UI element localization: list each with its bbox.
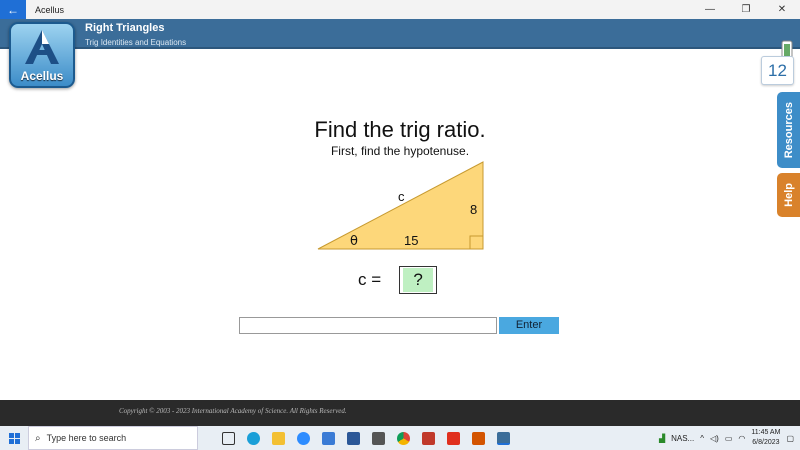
answer-placeholder: ? [403,268,434,292]
taskbar-apps [222,431,510,445]
start-button[interactable] [0,432,28,444]
arrow-left-icon: ← [7,2,19,17]
question-title: Find the trig ratio. [314,117,486,142]
tray-label[interactable]: NAS... [671,434,694,443]
search-placeholder: Type here to search [46,433,127,443]
acellus-app-icon[interactable] [497,431,510,445]
clock[interactable]: 11:45 AM 6/8/2023 [751,428,780,448]
minimize-button[interactable]: — [692,0,728,19]
adjacent-label: 15 [404,233,418,248]
clock-time: 11:45 AM [751,429,781,436]
wifi-icon[interactable]: ◠ [738,434,745,443]
acellus-logo[interactable]: Acellus [9,22,75,88]
search-icon: ⌕ [35,432,41,444]
page-number-badge[interactable]: 12 [761,56,794,85]
zoom-icon[interactable] [297,431,310,445]
pdf-icon[interactable] [447,431,460,445]
enter-button[interactable]: Enter [499,317,559,334]
footer: Copyright © 2003 - 2023 International Ac… [0,400,800,426]
copyright-text: Copyright © 2003 - 2023 International Ac… [119,407,347,415]
system-tray: ▟ NAS... ^ ◁) ▭ ◠ 11:45 AM 6/8/2023 ▢ [659,426,800,450]
resources-tab[interactable]: Resources [777,92,800,168]
chevron-up-icon[interactable]: ^ [700,434,704,443]
hypotenuse-label: c [398,189,405,204]
triangle-shape [317,161,484,250]
taskbar-search[interactable]: ⌕ Type here to search [28,426,198,450]
lesson-subtitle: Trig Identities and Equations [85,38,187,47]
media-icon[interactable] [472,431,485,445]
question-subtitle: First, find the hypotenuse. [330,144,470,158]
equation: c = ? [358,266,438,294]
store-icon[interactable] [322,431,335,445]
logo-text: Acellus [20,69,64,83]
angle-label: θ [350,234,358,249]
help-tab[interactable]: Help [777,173,800,217]
app-window: ← Acellus — ❐ ✕ Right Triangles Trig Ide… [0,0,800,450]
window-controls: — ❐ ✕ [692,0,800,19]
lesson-title: Right Triangles [85,22,165,34]
back-button[interactable]: ← [0,0,26,19]
battery-icon[interactable]: ▭ [725,434,733,443]
equation-lhs: c = [358,270,382,289]
opposite-label: 8 [470,202,477,217]
answer-placeholder-box: ? [399,266,438,294]
notification-icon[interactable]: ▢ [786,434,794,443]
acellus-a-icon [25,30,59,64]
clock-date: 6/8/2023 [752,439,780,446]
answer-input[interactable] [239,317,497,334]
lesson-header: Right Triangles Trig Identities and Equa… [0,19,800,62]
word-icon[interactable] [347,431,360,445]
volume-icon[interactable]: ◁) [710,434,719,443]
edge-icon[interactable] [247,431,260,445]
help-label: Help [782,183,795,207]
title-bar: ← Acellus — ❐ ✕ [0,0,800,19]
restore-button[interactable]: ❐ [728,0,764,19]
windows-icon [8,432,20,444]
taskbar: ⌕ Type here to search ▟ NAS... ^ ◁) ▭ ◠ [0,426,800,450]
keyboard-icon[interactable] [372,431,385,445]
app-title: Acellus [35,4,65,15]
resources-label: Resources [782,101,795,159]
task-view-icon[interactable] [222,431,235,445]
close-button[interactable]: ✕ [764,0,800,19]
right-triangle-diagram: c 8 15 θ [317,161,484,250]
photo-app-icon[interactable] [422,431,435,445]
signal-icon[interactable]: ▟ [659,434,665,443]
file-explorer-icon[interactable] [272,431,285,445]
chrome-icon[interactable] [397,431,410,445]
